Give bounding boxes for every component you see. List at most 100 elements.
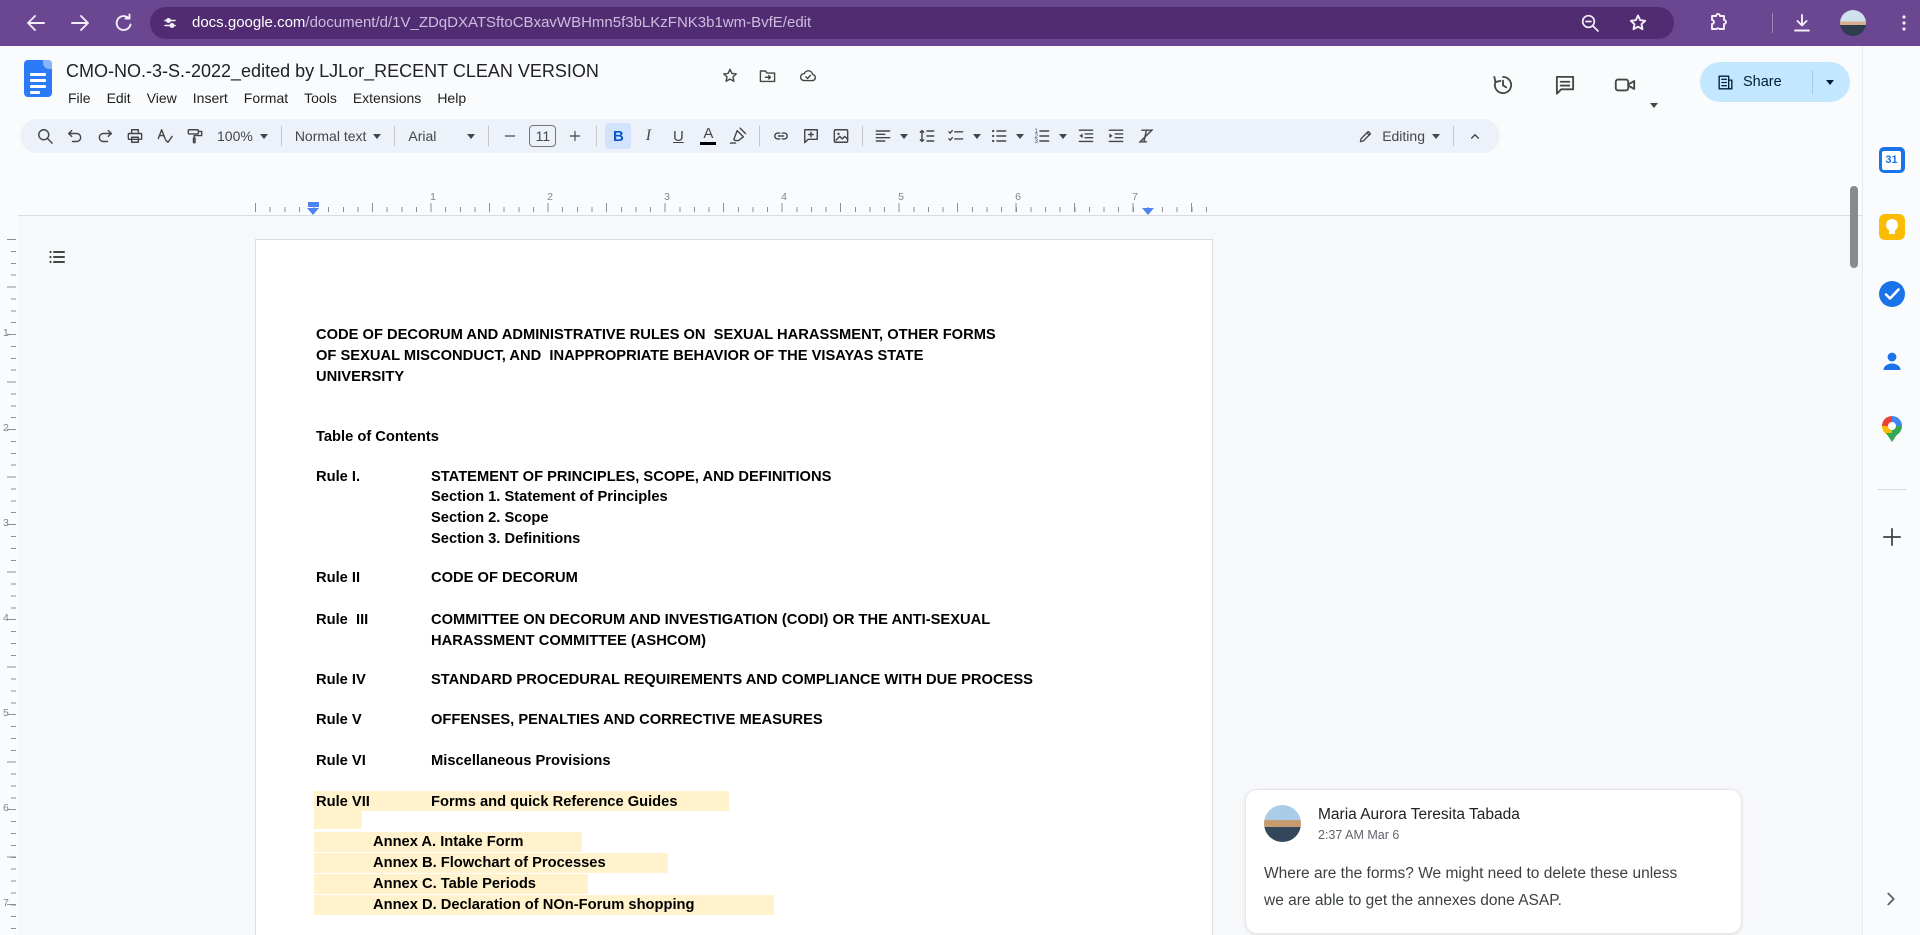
toc-section: Section 1. Statement of Principles	[431, 488, 668, 507]
version-history-icon[interactable]	[1490, 72, 1516, 98]
editing-mode-select[interactable]: Editing	[1350, 123, 1447, 149]
right-indent-marker[interactable]	[1142, 208, 1154, 215]
url-path: /document/d/1V_ZDqDXATSftoCBxavWBHmn5f3b…	[305, 14, 811, 31]
contacts-icon[interactable]	[1879, 348, 1905, 374]
comment-author-avatar	[1264, 805, 1301, 842]
comment-text: Where are the forms? We might need to de…	[1264, 860, 1684, 914]
menu-format[interactable]: Format	[236, 87, 296, 109]
vertical-scrollbar-thumb[interactable]	[1850, 186, 1858, 268]
share-button-label: Share	[1743, 74, 1782, 90]
menu-view[interactable]: View	[139, 87, 185, 109]
hide-menus-chevron-icon[interactable]	[1462, 123, 1488, 149]
ruler-number: 1	[3, 327, 9, 339]
ruler-number: 6	[1015, 191, 1021, 203]
document-status-cloud-icon[interactable]	[797, 66, 819, 86]
maps-icon[interactable]	[1882, 416, 1902, 436]
menu-insert[interactable]: Insert	[185, 87, 236, 109]
align-select[interactable]	[869, 123, 912, 149]
bold-button[interactable]: B	[605, 123, 631, 149]
share-button-divider	[1812, 70, 1813, 94]
docs-logo-icon[interactable]	[24, 60, 52, 97]
bookmark-star-icon[interactable]	[1626, 11, 1650, 35]
browser-back-button[interactable]	[24, 11, 48, 35]
paragraph-style-select[interactable]: Normal text	[288, 123, 389, 149]
print-icon[interactable]	[122, 123, 148, 149]
toc-section: Section 2. Scope	[431, 509, 549, 528]
ruler-number: 7	[1132, 191, 1138, 203]
document-page[interactable]: CODE OF DECORUM AND ADMINISTRATIVE RULES…	[255, 239, 1213, 935]
address-bar[interactable]: docs.google.com/document/d/1V_ZDqDXATSft…	[150, 7, 1674, 39]
meet-video-icon[interactable]	[1612, 72, 1638, 98]
ruler-number: 3	[3, 517, 9, 529]
toc-rule-label: Rule II	[316, 569, 360, 588]
spell-check-icon[interactable]	[152, 123, 178, 149]
insert-image-icon[interactable]	[828, 123, 854, 149]
move-to-folder-icon[interactable]	[757, 66, 778, 86]
browser-menu-icon[interactable]	[1894, 11, 1914, 35]
formatting-toolbar: 100% Normal text Arial 11 B I U A	[20, 119, 1500, 153]
site-settings-icon[interactable]	[158, 11, 182, 35]
italic-button[interactable]: I	[635, 123, 661, 149]
tasks-icon[interactable]	[1879, 281, 1905, 307]
menu-bar: File Edit View Insert Format Tools Exten…	[60, 87, 474, 109]
clear-formatting-icon[interactable]	[1133, 123, 1159, 149]
browser-reload-button[interactable]	[112, 11, 136, 35]
font-select[interactable]: Arial	[401, 123, 482, 149]
search-menus-icon[interactable]	[32, 123, 58, 149]
open-comments-icon[interactable]	[1552, 72, 1578, 98]
redo-icon[interactable]	[92, 123, 118, 149]
zoom-select[interactable]: 100%	[210, 123, 275, 149]
meet-dropdown-caret[interactable]	[1650, 103, 1658, 108]
zoom-page-icon[interactable]	[1578, 11, 1602, 35]
doc-title-line: CODE OF DECORUM AND ADMINISTRATIVE RULES…	[316, 326, 996, 345]
menu-help[interactable]: Help	[429, 87, 474, 109]
menu-tools[interactable]: Tools	[296, 87, 345, 109]
menu-extensions[interactable]: Extensions	[345, 87, 429, 109]
get-add-ons-icon[interactable]	[1879, 524, 1905, 550]
share-button[interactable]: Share	[1700, 62, 1850, 102]
document-outline-icon[interactable]	[40, 240, 74, 274]
menu-file[interactable]: File	[60, 87, 99, 109]
share-dropdown-caret[interactable]	[1826, 80, 1834, 85]
svg-text:3: 3	[1035, 138, 1039, 145]
increase-indent-icon[interactable]	[1103, 123, 1129, 149]
decrease-font-size-button[interactable]	[497, 123, 523, 149]
increase-font-size-button[interactable]	[562, 123, 588, 149]
undo-icon[interactable]	[62, 123, 88, 149]
doc-title-line: OF SEXUAL MISCONDUCT, AND INAPPROPRIATE …	[316, 347, 923, 366]
underline-button[interactable]: U	[665, 123, 691, 149]
toc-rule-title: COMMITTEE ON DECORUM AND INVESTIGATION (…	[431, 611, 990, 630]
ruler-number: 5	[898, 191, 904, 203]
star-document-icon[interactable]	[720, 66, 740, 86]
line-spacing-icon[interactable]	[914, 123, 940, 149]
horizontal-ruler[interactable]: 1 2 3 4 5 6 7	[18, 190, 1862, 215]
document-title[interactable]: CMO-NO.-3-S.-2022_edited by LJLor_RECENT…	[66, 61, 599, 82]
menu-edit[interactable]: Edit	[99, 87, 139, 109]
browser-forward-button[interactable]	[68, 11, 92, 35]
keep-icon[interactable]	[1879, 214, 1905, 240]
browser-chrome: docs.google.com/document/d/1V_ZDqDXATSft…	[0, 0, 1920, 46]
font-value: Arial	[408, 128, 460, 144]
bulleted-list-select[interactable]	[985, 123, 1028, 149]
text-color-button[interactable]: A	[695, 123, 721, 149]
first-line-indent-marker[interactable]	[308, 202, 319, 207]
vertical-ruler[interactable]: 1 2 3 4 5 6 7	[0, 215, 18, 935]
font-size-input[interactable]: 11	[529, 125, 556, 147]
ruler-number: 1	[430, 191, 436, 203]
comment-card[interactable]: Maria Aurora Teresita Tabada 2:37 AM Mar…	[1245, 789, 1742, 934]
browser-profile-avatar[interactable]	[1840, 10, 1866, 36]
checklist-select[interactable]	[942, 123, 985, 149]
add-comment-icon[interactable]	[798, 123, 824, 149]
hide-comment-panel-chevron-icon[interactable]	[1880, 888, 1902, 910]
downloads-icon[interactable]	[1790, 11, 1814, 35]
url-text: docs.google.com/document/d/1V_ZDqDXATSft…	[192, 14, 811, 31]
extensions-icon[interactable]	[1706, 11, 1730, 35]
left-indent-marker[interactable]	[307, 208, 319, 215]
ruler-number: 5	[3, 707, 9, 719]
decrease-indent-icon[interactable]	[1073, 123, 1099, 149]
highlight-color-icon[interactable]	[725, 123, 751, 149]
numbered-list-select[interactable]: 123	[1028, 123, 1071, 149]
paint-format-icon[interactable]	[182, 123, 208, 149]
calendar-icon[interactable]: 31	[1879, 147, 1905, 173]
insert-link-icon[interactable]	[768, 123, 794, 149]
